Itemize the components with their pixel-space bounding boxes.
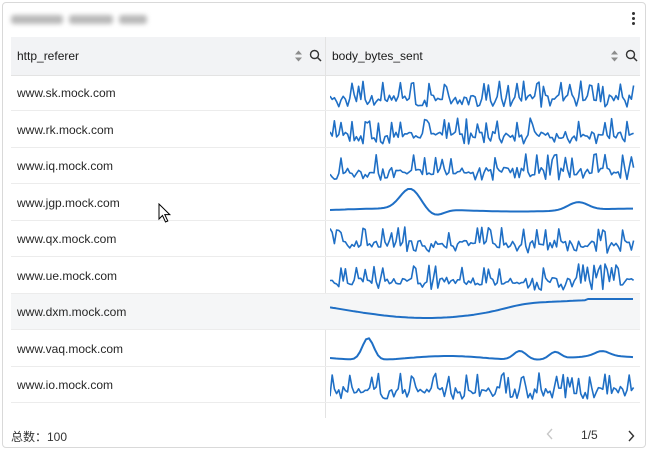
- sparkline: [330, 116, 634, 145]
- data-table: http_referer body_bytes_sent www.sk.mock…: [11, 37, 640, 418]
- table-row[interactable]: www.rk.mock.com: [11, 112, 640, 148]
- table-row[interactable]: www.jgp.mock.com: [11, 185, 640, 221]
- table-row[interactable]: www.ue.mock.com: [11, 258, 640, 294]
- more-options-icon[interactable]: [629, 12, 637, 28]
- panel-title-blurred: [11, 12, 171, 26]
- sparkline: [330, 262, 635, 291]
- referer-cell: www.io.mock.com: [17, 378, 114, 392]
- column-header-body-bytes-sent[interactable]: body_bytes_sent: [332, 37, 423, 75]
- table-row[interactable]: www.iq.mock.com: [11, 148, 640, 184]
- sparkline: [330, 187, 633, 216]
- mouse-cursor-icon: [158, 203, 172, 223]
- referer-cell: www.vaq.mock.com: [17, 341, 124, 356]
- referer-cell: www.rk.mock.com: [17, 122, 114, 137]
- page-indicator: 1/5: [581, 428, 598, 442]
- column-label: body_bytes_sent: [332, 49, 423, 63]
- referer-cell: www.ue.mock.com: [17, 268, 118, 283]
- referer-cell: www.sk.mock.com: [17, 86, 116, 100]
- sparkline: [330, 226, 635, 254]
- referer-cell: www.iq.mock.com: [17, 159, 114, 173]
- table-panel: http_referer body_bytes_sent www.sk.mock…: [2, 2, 646, 448]
- table-row[interactable]: www.vaq.mock.com: [11, 331, 640, 367]
- search-icon[interactable]: [625, 49, 638, 62]
- total-count: 总数：100: [11, 430, 68, 444]
- sparkline: [330, 298, 633, 319]
- table-row[interactable]: [11, 404, 640, 419]
- sparkline: [330, 80, 635, 108]
- sparkline: [330, 153, 635, 181]
- table-row[interactable]: www.qx.mock.com: [11, 221, 640, 257]
- column-header-http-referer[interactable]: http_referer: [17, 37, 79, 75]
- column-label: http_referer: [17, 49, 80, 63]
- sparkline: [330, 407, 636, 419]
- table-row[interactable]: www.dxm.mock.com: [11, 294, 640, 330]
- chevron-right-icon[interactable]: [627, 430, 635, 442]
- sort-icon[interactable]: [294, 49, 303, 63]
- search-icon[interactable]: [309, 49, 322, 62]
- referer-cell: www.jgp.mock.com: [17, 195, 120, 210]
- sort-icon[interactable]: [610, 49, 619, 63]
- table-footer: 总数：100 1/5: [3, 418, 645, 447]
- referer-cell: www.qx.mock.com: [17, 232, 117, 246]
- referer-cell: www.dxm.mock.com: [17, 305, 127, 319]
- table-row[interactable]: www.sk.mock.com: [11, 75, 640, 111]
- chevron-left-icon[interactable]: [546, 428, 554, 440]
- sparkline: [330, 372, 635, 400]
- sparkline: [330, 336, 634, 360]
- table-row[interactable]: www.io.mock.com: [11, 367, 640, 403]
